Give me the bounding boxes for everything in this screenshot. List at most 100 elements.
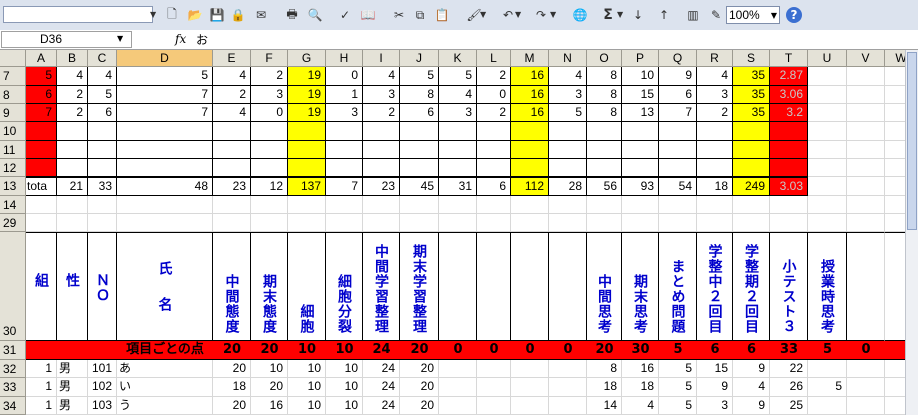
- column-heading-s[interactable]: 学整期２回目: [733, 232, 770, 341]
- column-heading-f[interactable]: 期末態度: [251, 232, 288, 341]
- table-cell[interactable]: [808, 196, 847, 214]
- table-cell[interactable]: [587, 159, 622, 177]
- points-cell[interactable]: 5: [659, 341, 697, 360]
- column-header-s[interactable]: S: [733, 50, 770, 67]
- table-cell[interactable]: [477, 122, 511, 141]
- row-header-32[interactable]: 32: [0, 360, 26, 378]
- column-header-t[interactable]: T: [770, 50, 808, 67]
- table-cell[interactable]: う: [117, 397, 213, 415]
- table-cell[interactable]: 10: [326, 378, 363, 397]
- table-cell[interactable]: 10: [288, 360, 326, 378]
- table-cell[interactable]: 3: [697, 86, 733, 104]
- table-cell[interactable]: [439, 378, 477, 397]
- table-cell[interactable]: 2: [477, 67, 511, 86]
- table-cell[interactable]: 7: [26, 104, 57, 122]
- table-cell[interactable]: 10: [251, 360, 288, 378]
- table-cell[interactable]: [770, 141, 808, 159]
- table-cell[interactable]: [587, 122, 622, 141]
- table-cell[interactable]: 22: [770, 360, 808, 378]
- column-heading-j[interactable]: 期末学習整理: [400, 232, 439, 341]
- table-cell[interactable]: 5: [26, 67, 57, 86]
- table-cell[interactable]: [117, 159, 213, 177]
- table-cell[interactable]: [549, 159, 587, 177]
- table-cell[interactable]: [659, 159, 697, 177]
- paste-icon[interactable]: 📋: [432, 6, 452, 24]
- table-cell[interactable]: 16: [511, 104, 549, 122]
- table-cell[interactable]: 20: [213, 360, 251, 378]
- table-cell[interactable]: 19: [288, 86, 326, 104]
- table-cell[interactable]: 56: [587, 177, 622, 196]
- column-heading-v[interactable]: [847, 232, 885, 341]
- table-cell[interactable]: 54: [659, 177, 697, 196]
- column-heading-q[interactable]: まとめ問題: [659, 232, 697, 341]
- table-cell[interactable]: [733, 122, 770, 141]
- table-cell[interactable]: [57, 196, 88, 214]
- undo-dropdown-icon[interactable]: ▼: [515, 10, 521, 19]
- table-cell[interactable]: [549, 378, 587, 397]
- table-cell[interactable]: [213, 141, 251, 159]
- formula-input[interactable]: お: [196, 31, 208, 48]
- table-cell[interactable]: [439, 196, 477, 214]
- table-cell[interactable]: 16: [511, 67, 549, 86]
- table-cell[interactable]: 31: [439, 177, 477, 196]
- table-cell[interactable]: 33: [88, 177, 117, 196]
- table-cell[interactable]: [622, 214, 659, 232]
- table-cell[interactable]: 4: [549, 67, 587, 86]
- table-cell[interactable]: 4: [733, 378, 770, 397]
- column-heading-n[interactable]: [549, 232, 587, 341]
- drawing-icon[interactable]: ✎: [706, 6, 726, 24]
- points-cell[interactable]: 5: [808, 341, 847, 360]
- table-cell[interactable]: [88, 214, 117, 232]
- email-icon[interactable]: ✉: [251, 6, 271, 24]
- table-cell[interactable]: [57, 141, 88, 159]
- table-cell[interactable]: 5: [400, 67, 439, 86]
- table-cell[interactable]: 2: [697, 104, 733, 122]
- table-cell[interactable]: [117, 214, 213, 232]
- points-cell[interactable]: 6: [697, 341, 733, 360]
- font-name-box[interactable]: [3, 6, 153, 23]
- scrollbar-thumb[interactable]: [907, 52, 917, 230]
- table-cell[interactable]: [808, 214, 847, 232]
- column-header-c[interactable]: C: [88, 50, 117, 67]
- table-cell[interactable]: 2: [57, 86, 88, 104]
- table-cell[interactable]: [847, 122, 885, 141]
- table-cell[interactable]: 18: [697, 177, 733, 196]
- table-cell[interactable]: [808, 122, 847, 141]
- column-heading-d[interactable]: 氏名: [117, 232, 213, 341]
- table-cell[interactable]: [251, 159, 288, 177]
- table-cell[interactable]: 16: [622, 360, 659, 378]
- table-cell[interactable]: [549, 360, 587, 378]
- table-cell[interactable]: 2: [251, 67, 288, 86]
- redo-icon[interactable]: ↷: [531, 6, 551, 24]
- table-cell[interactable]: [88, 196, 117, 214]
- table-cell[interactable]: [622, 141, 659, 159]
- table-cell[interactable]: [400, 196, 439, 214]
- table-cell[interactable]: [363, 141, 400, 159]
- table-cell[interactable]: [400, 141, 439, 159]
- table-cell[interactable]: [733, 196, 770, 214]
- table-cell[interactable]: 23: [363, 177, 400, 196]
- name-box[interactable]: D36: [1, 31, 132, 48]
- table-cell[interactable]: 12: [251, 177, 288, 196]
- table-cell[interactable]: 15: [622, 86, 659, 104]
- table-cell[interactable]: 3: [439, 104, 477, 122]
- table-cell[interactable]: 6: [659, 86, 697, 104]
- table-cell[interactable]: 14: [587, 397, 622, 415]
- table-cell[interactable]: 1: [26, 360, 57, 378]
- table-cell[interactable]: [622, 196, 659, 214]
- table-cell[interactable]: 8: [587, 67, 622, 86]
- table-cell[interactable]: [511, 196, 549, 214]
- table-cell[interactable]: [659, 196, 697, 214]
- table-cell[interactable]: 35: [733, 67, 770, 86]
- table-cell[interactable]: [733, 141, 770, 159]
- column-header-k[interactable]: K: [439, 50, 477, 67]
- table-cell[interactable]: 2: [477, 104, 511, 122]
- table-cell[interactable]: [439, 159, 477, 177]
- column-heading-e[interactable]: 中間態度: [213, 232, 251, 341]
- table-cell[interactable]: [847, 177, 885, 196]
- print-icon[interactable]: 🖶: [282, 6, 302, 24]
- table-cell[interactable]: 5: [808, 378, 847, 397]
- table-cell[interactable]: 20: [251, 378, 288, 397]
- redo-dropdown-icon[interactable]: ▼: [550, 10, 556, 19]
- table-cell[interactable]: [88, 141, 117, 159]
